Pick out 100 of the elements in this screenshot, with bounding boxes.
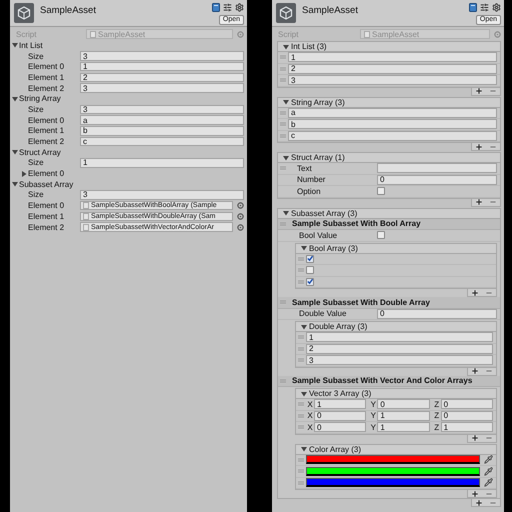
drag-handle-icon[interactable] [280, 378, 286, 383]
add-icon[interactable] [475, 142, 483, 150]
foldout-arrow-icon[interactable] [301, 446, 307, 452]
drag-handle-icon[interactable] [280, 66, 286, 71]
value-field[interactable]: b [80, 126, 244, 136]
drag-handle-icon[interactable] [298, 414, 304, 418]
value-field[interactable]: 1 [377, 410, 430, 421]
foldout-label[interactable]: Subasset Array [19, 180, 74, 189]
value-field[interactable]: 3 [288, 75, 497, 86]
color-swatch[interactable] [306, 466, 480, 476]
drag-handle-icon[interactable] [280, 122, 286, 126]
sliders-icon[interactable] [480, 3, 489, 12]
value-field[interactable]: c [80, 136, 244, 146]
value-field[interactable]: b [288, 119, 497, 130]
value-field[interactable]: a [80, 115, 244, 125]
value-field[interactable]: 1 [377, 422, 430, 432]
value-field[interactable]: 3 [306, 355, 493, 366]
checkbox[interactable] [306, 254, 314, 263]
value-field[interactable]: 3 [80, 190, 244, 200]
foldout-arrow-icon[interactable] [283, 154, 289, 160]
drag-handle-icon[interactable] [280, 55, 286, 60]
value-field[interactable]: 3 [80, 104, 244, 114]
value-field[interactable]: 0 [440, 399, 493, 410]
checkbox[interactable] [306, 266, 314, 274]
foldout-label[interactable]: String Array [19, 94, 61, 104]
color-swatch[interactable] [306, 478, 480, 488]
eyedropper-icon[interactable] [484, 455, 493, 464]
drag-handle-icon[interactable] [298, 358, 304, 362]
list-header[interactable]: Color Array (3) [295, 444, 497, 454]
drag-handle-icon[interactable] [280, 166, 286, 170]
book-icon[interactable] [469, 3, 477, 12]
subasset-header[interactable]: Sample Subasset With Vector And Color Arrays [278, 376, 500, 387]
drag-handle-icon[interactable] [280, 110, 286, 115]
value-field[interactable]: 0 [314, 410, 366, 421]
subasset-header[interactable]: Sample Subasset With Double Array [278, 297, 500, 308]
eyedropper-icon[interactable] [484, 466, 493, 476]
value-field[interactable]: 1 [314, 399, 366, 410]
subasset-header[interactable]: Sample Subasset With Bool Array [278, 218, 500, 230]
value-field[interactable]: 1 [306, 332, 493, 342]
drag-handle-icon[interactable] [280, 300, 286, 304]
settings-icon[interactable] [492, 3, 501, 12]
value-field[interactable]: a [288, 108, 497, 118]
list-header[interactable]: String Array (3) [277, 96, 501, 108]
value-field[interactable]: 1 [440, 422, 493, 432]
drag-handle-icon[interactable] [298, 458, 304, 462]
book-icon[interactable] [212, 3, 220, 12]
checkbox[interactable] [377, 231, 385, 240]
value-field[interactable]: 1 [288, 52, 497, 62]
value-field[interactable]: 3 [80, 83, 244, 93]
value-field[interactable]: 1 [80, 62, 244, 72]
drag-handle-icon[interactable] [298, 425, 304, 430]
value-field[interactable] [377, 163, 497, 174]
list-header[interactable]: Bool Array (3) [295, 242, 497, 254]
list-header[interactable]: Struct Array (1) [277, 152, 501, 163]
drag-handle-icon[interactable] [280, 78, 286, 82]
color-swatch[interactable] [306, 455, 480, 464]
value-field[interactable]: 0 [377, 174, 497, 185]
drag-handle-icon[interactable] [298, 256, 304, 261]
list-header[interactable]: Subasset Array (3) [277, 208, 501, 218]
drag-handle-icon[interactable] [298, 335, 304, 340]
add-icon[interactable] [471, 434, 479, 442]
foldout-label[interactable]: Element 0 [28, 169, 64, 178]
add-icon[interactable] [471, 367, 479, 375]
foldout-arrow-icon[interactable] [21, 170, 27, 177]
checkbox[interactable] [377, 187, 385, 196]
foldout-arrow-icon[interactable] [12, 96, 18, 102]
list-header[interactable]: Int List (3) [277, 41, 501, 52]
value-field[interactable]: 2 [288, 64, 497, 74]
foldout-arrow-icon[interactable] [301, 390, 307, 396]
drag-handle-icon[interactable] [298, 268, 304, 272]
drag-handle-icon[interactable] [298, 402, 304, 406]
value-field[interactable]: 0 [377, 308, 497, 319]
value-field[interactable]: 0 [377, 399, 430, 410]
checkbox[interactable] [306, 278, 314, 286]
foldout-label[interactable]: Int List [19, 40, 43, 50]
value-field[interactable]: 2 [306, 344, 493, 354]
drag-handle-icon[interactable] [298, 280, 304, 284]
value-field[interactable]: 3 [80, 51, 244, 61]
add-icon[interactable] [475, 198, 483, 206]
drag-handle-icon[interactable] [280, 222, 286, 226]
value-field[interactable]: c [288, 130, 497, 141]
drag-handle-icon[interactable] [298, 346, 304, 351]
value-field[interactable]: 0 [314, 422, 366, 432]
foldout-arrow-icon[interactable] [283, 44, 289, 50]
settings-icon[interactable] [235, 3, 244, 12]
foldout-arrow-icon[interactable] [283, 99, 289, 105]
foldout-label[interactable]: Struct Array [19, 148, 61, 157]
list-header[interactable]: Vector 3 Array (3) [295, 388, 497, 399]
eyedropper-icon[interactable] [484, 478, 493, 488]
foldout-arrow-icon[interactable] [12, 181, 18, 188]
drag-handle-icon[interactable] [298, 469, 304, 474]
foldout-arrow-icon[interactable] [283, 210, 289, 216]
drag-handle-icon[interactable] [298, 480, 304, 485]
foldout-arrow-icon[interactable] [301, 245, 307, 251]
foldout-arrow-icon[interactable] [301, 324, 307, 330]
sliders-icon[interactable] [223, 3, 232, 12]
value-field[interactable]: 0 [440, 410, 493, 421]
foldout-arrow-icon[interactable] [12, 149, 18, 156]
add-icon[interactable] [475, 87, 483, 95]
drag-handle-icon[interactable] [280, 134, 286, 138]
